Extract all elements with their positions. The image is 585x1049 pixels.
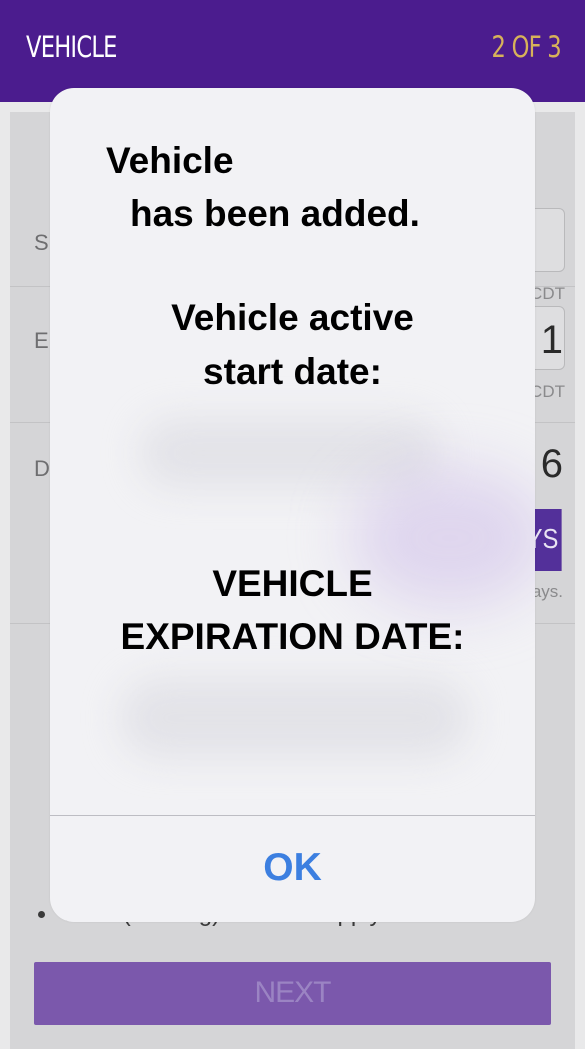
duration-label: D bbox=[34, 456, 50, 481]
start-date-heading-2: start date: bbox=[203, 351, 382, 392]
duration-value: 6 bbox=[540, 442, 563, 486]
days-note: ays. bbox=[531, 582, 563, 601]
app-header: VEHICLE 2 OF 3 bbox=[0, 0, 585, 102]
vehicle-added-alert: Vehicle has been added. Vehicle active s… bbox=[50, 88, 535, 922]
expiration-date-heading-2: EXPIRATION DATE: bbox=[120, 616, 465, 657]
alert-message: Vehicle has been added. Vehicle active s… bbox=[50, 88, 535, 815]
expiration-date-heading: VEHICLE bbox=[212, 563, 373, 604]
step-indicator: 2 OF 3 bbox=[491, 30, 562, 64]
end-timezone: CDT bbox=[530, 382, 565, 401]
next-button[interactable]: NEXT bbox=[34, 962, 551, 1025]
ok-button[interactable]: OK bbox=[50, 816, 535, 922]
end-date-label: E bbox=[34, 328, 49, 353]
start-date-heading: Vehicle active bbox=[171, 297, 414, 338]
end-date-value: 1 bbox=[540, 318, 563, 362]
page-title: VEHICLE bbox=[26, 30, 117, 64]
expiration-date-redacted bbox=[120, 678, 470, 758]
start-date-redacted bbox=[140, 418, 440, 488]
alert-line-added: has been added. bbox=[130, 193, 420, 234]
alert-line-vehicle: Vehicle bbox=[106, 140, 234, 181]
start-date-label: S bbox=[34, 230, 49, 255]
